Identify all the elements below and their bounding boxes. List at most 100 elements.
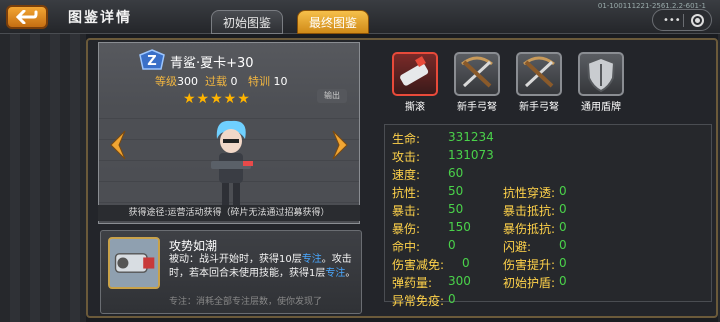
stat-label: 暴伤: <box>392 222 421 236</box>
stat-label: 暴伤抵抗: <box>503 222 556 236</box>
skill-desc-part-1: 被动：战斗开始时，获得10层 <box>169 254 302 265</box>
capsule-divider <box>683 14 684 27</box>
stat-accuracy: 命中: 0 <box>392 238 456 255</box>
skill-card[interactable]: 攻势如潮 被动：战斗开始时，获得10层专注。攻击时，若本回合未使用技能，获得1层… <box>100 230 362 314</box>
stat-damage-boost: 伤害提升: 0 <box>503 256 567 273</box>
equipment-slot-4[interactable]: 通用盾牌 <box>572 48 630 118</box>
stat-resistance: 抗性: 50 <box>392 184 463 201</box>
stat-value: 50 <box>448 184 464 198</box>
skill-description-more: 专注：消耗全部专注层数，使你发现了 <box>169 297 323 307</box>
stat-value: 300 <box>448 274 471 288</box>
equipment-slot-1[interactable]: 撕滚 <box>386 48 444 118</box>
cannon-icon <box>400 56 429 86</box>
train-label: 特训 <box>248 75 270 88</box>
level-value: 300 <box>177 75 198 88</box>
break-label: 过载 <box>205 75 227 88</box>
equipment-label: 通用盾牌 <box>581 102 621 113</box>
stat-label: 闪避: <box>503 240 532 254</box>
left-wall-decoration <box>0 34 86 322</box>
prev-hero-arrow-icon[interactable] <box>107 129 127 161</box>
equipment-slot-3[interactable]: 新手弓弩 <box>510 48 568 118</box>
stat-label: 伤害提升: <box>503 258 556 272</box>
stat-speed: 速度: 60 <box>392 166 463 183</box>
stat-label: 暴击抵抗: <box>503 204 556 218</box>
equipment-label: 新手弓弩 <box>519 102 559 113</box>
stat-hp: 生命: 331234 <box>392 130 494 147</box>
skill-cannon-icon <box>108 237 160 289</box>
stat-value: 0 <box>559 256 567 270</box>
hero-name: 青鲨·夏卡+30 <box>170 56 254 71</box>
stat-value: 0 <box>559 274 567 288</box>
stat-crit-damage: 暴伤: 150 <box>392 220 471 237</box>
stat-damage-reduction: 伤害减免: 0 <box>392 256 470 273</box>
stat-value: 331234 <box>448 130 494 144</box>
stat-value: 60 <box>448 166 464 180</box>
break-value: 0 <box>230 75 238 88</box>
stat-ammo: 弹药量: 300 <box>392 274 471 291</box>
svg-text:Z: Z <box>147 54 156 69</box>
stat-value: 0 <box>559 220 567 234</box>
hero-sprite <box>211 120 253 214</box>
stat-value: 0 <box>559 238 567 252</box>
stat-status-immunity: 异常免疫: 0 <box>392 292 456 309</box>
skill-title: 攻势如潮 <box>169 239 218 253</box>
next-hero-arrow-icon[interactable] <box>331 129 351 161</box>
equipment-label: 新手弓弩 <box>457 102 497 113</box>
back-arrow-icon <box>16 10 38 24</box>
stat-label: 命中: <box>392 240 421 254</box>
train-value: 10 <box>273 75 288 88</box>
stat-value: 50 <box>448 202 464 216</box>
stat-resistance-pierce: 抗性穿透: 0 <box>503 184 567 201</box>
stat-value: 0 <box>559 184 567 198</box>
stat-initial-shield: 初始护盾: 0 <box>503 274 567 291</box>
stat-label: 暴击: <box>392 204 421 218</box>
skill-description: 被动：战斗开始时，获得10层专注。攻击时，若本回合未使用技能，获得1层专注。 <box>169 253 357 281</box>
equipment-box <box>392 52 438 96</box>
equipment-label: 撕滚 <box>405 102 425 113</box>
stat-label: 抗性: <box>392 186 421 200</box>
stat-label: 速度: <box>392 168 421 182</box>
stat-value: 150 <box>448 220 471 234</box>
role-tag: 输出 <box>317 89 347 103</box>
stat-value: 0 <box>462 256 470 270</box>
equipment-box <box>578 52 624 96</box>
stat-value: 0 <box>448 238 456 252</box>
stat-crit-damage-resist: 暴伤抵抗: 0 <box>503 220 567 237</box>
skill-desc-part-3: 。 <box>345 268 356 279</box>
stat-crit-resist: 暴击抵抗: 0 <box>503 202 567 219</box>
star-rating: ★★★★★ <box>183 91 251 107</box>
tab-final[interactable]: 最终图鉴 <box>297 10 369 34</box>
crossbow-icon <box>523 56 555 88</box>
page-title: 图鉴详情 <box>68 10 132 26</box>
stat-value: 0 <box>559 202 567 216</box>
stat-attack: 攻击: 131073 <box>392 148 494 165</box>
rank-z-icon: Z <box>139 49 165 70</box>
stat-label: 异常免疫: <box>392 294 445 308</box>
stat-crit: 暴击: 50 <box>392 202 463 219</box>
more-icon[interactable]: ••• <box>663 16 681 26</box>
equipment-slot-2[interactable]: 新手弓弩 <box>448 48 506 118</box>
stat-value: 0 <box>448 292 456 306</box>
equipment-box <box>516 52 562 96</box>
level-label: 等级 <box>155 75 177 88</box>
shield-icon <box>586 56 616 93</box>
stat-value: 131073 <box>448 148 494 162</box>
crossbow-icon <box>461 56 493 88</box>
close-miniapp-icon[interactable] <box>691 14 704 27</box>
stat-label: 攻击: <box>392 150 421 164</box>
skill-keyword-focus-2[interactable]: 专注 <box>325 268 345 279</box>
stat-dodge: 闪避: 0 <box>503 238 567 255</box>
stat-label: 伤害减免: <box>392 258 445 272</box>
stat-label: 抗性穿透: <box>503 186 556 200</box>
hero-level-line: 等级300 过载 0 特训 10 <box>155 73 288 89</box>
obtain-info: 获得途径:运营活动获得（碎片无法通过招募获得） <box>98 205 360 221</box>
equipment-box <box>454 52 500 96</box>
back-button[interactable] <box>6 5 48 29</box>
skill-keyword-focus[interactable]: 专注 <box>302 254 322 265</box>
stat-label: 初始护盾: <box>503 276 556 290</box>
miniapp-capsule[interactable]: ••• <box>652 9 712 31</box>
stat-label: 生命: <box>392 132 421 146</box>
hero-panel: Z 青鲨·夏卡+30 等级300 过载 0 特训 10 ★★★★★ 输出 <box>98 42 360 224</box>
stat-label: 弹药量: <box>392 276 433 290</box>
tab-initial[interactable]: 初始图鉴 <box>211 10 283 34</box>
